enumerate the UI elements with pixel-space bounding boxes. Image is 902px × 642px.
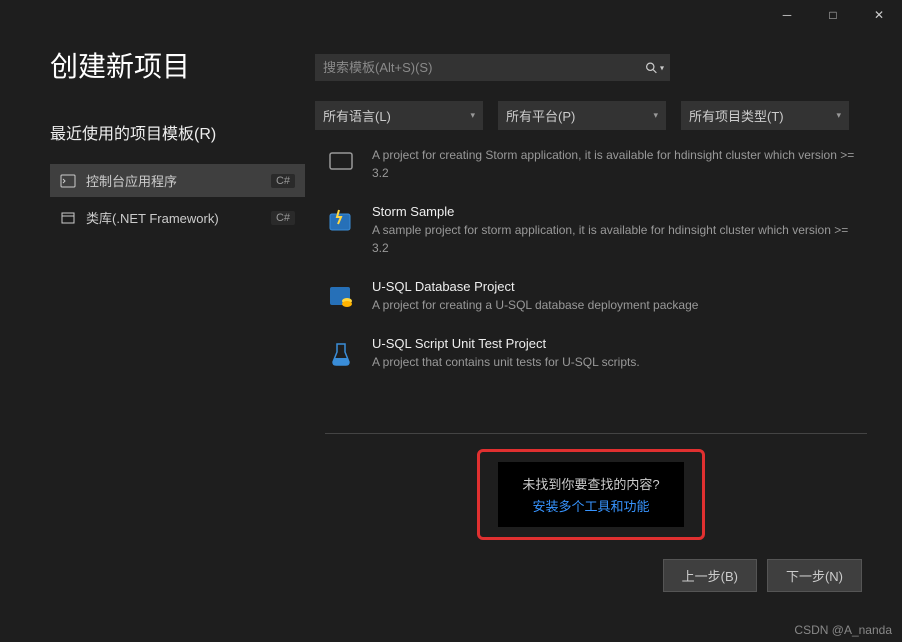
template-desc: A sample project for storm application, … [372,221,867,257]
template-title: Storm Sample [372,204,867,219]
platform-filter[interactable]: 所有平台(P) ▾ [498,101,666,130]
language-filter[interactable]: 所有语言(L) ▾ [315,101,483,130]
recent-item-lang: C# [271,211,295,225]
project-type-filter[interactable]: 所有项目类型(T) ▾ [681,101,849,130]
recent-template-item[interactable]: 类库(.NET Framework) C# [50,201,305,234]
template-title: U-SQL Script Unit Test Project [372,336,867,351]
filter-label: 所有平台(P) [506,106,575,125]
template-desc: A project that contains unit tests for U… [372,353,867,371]
watermark: CSDN @A_nanda [794,623,892,637]
class-library-icon [60,210,76,226]
storm-sample-icon [325,206,357,238]
close-button[interactable]: ✕ [856,0,902,30]
not-found-text: 未找到你要查找的内容? [522,474,659,493]
template-item[interactable]: Storm Application A project for creating… [315,148,867,196]
template-item[interactable]: Storm Sample A sample project for storm … [315,196,867,271]
recent-item-label: 类库(.NET Framework) [86,208,261,227]
left-panel: 创建新项目 最近使用的项目模板(R) 控制台应用程序 C# 类库(.NET Fr… [50,40,305,590]
console-app-icon [60,173,76,189]
chevron-down-icon: ▾ [653,110,658,121]
filter-label: 所有语言(L) [323,106,391,125]
chevron-down-icon: ▾ [836,110,841,121]
template-desc: A project for creating Storm application… [372,148,867,182]
recent-template-item[interactable]: 控制台应用程序 C# [50,164,305,197]
recent-item-lang: C# [271,174,295,188]
usql-db-icon [325,281,357,313]
titlebar: ─ □ ✕ [0,0,902,30]
filter-label: 所有项目类型(T) [689,106,784,125]
install-more-link[interactable]: 安装多个工具和功能 [522,496,659,515]
maximize-button[interactable]: □ [810,0,856,30]
chevron-down-icon: ▾ [470,110,475,121]
template-item[interactable]: U-SQL Database Project A project for cre… [315,271,867,328]
template-item[interactable]: U-SQL Script Unit Test Project A project… [315,328,867,385]
template-desc: A project for creating a U-SQL database … [372,296,867,314]
search-icon[interactable]: ▾ [645,61,664,74]
next-button[interactable]: 下一步(N) [767,559,862,592]
recent-templates-heading: 最近使用的项目模板(R) [50,120,305,144]
highlight-box: 未找到你要查找的内容? 安装多个工具和功能 [477,449,704,540]
storm-app-icon [325,148,357,178]
separator [325,433,867,434]
template-title: U-SQL Database Project [372,279,867,294]
page-title: 创建新项目 [50,45,305,85]
not-found-panel: 未找到你要查找的内容? 安装多个工具和功能 [498,462,683,527]
right-panel: ▾ 所有语言(L) ▾ 所有平台(P) ▾ 所有项目类型(T) ▾ [305,40,867,590]
minimize-button[interactable]: ─ [764,0,810,30]
search-input[interactable] [315,54,670,81]
usql-test-icon [325,338,357,370]
recent-item-label: 控制台应用程序 [86,171,261,190]
back-button[interactable]: 上一步(B) [663,559,757,592]
template-list[interactable]: Storm Application A project for creating… [315,148,867,428]
